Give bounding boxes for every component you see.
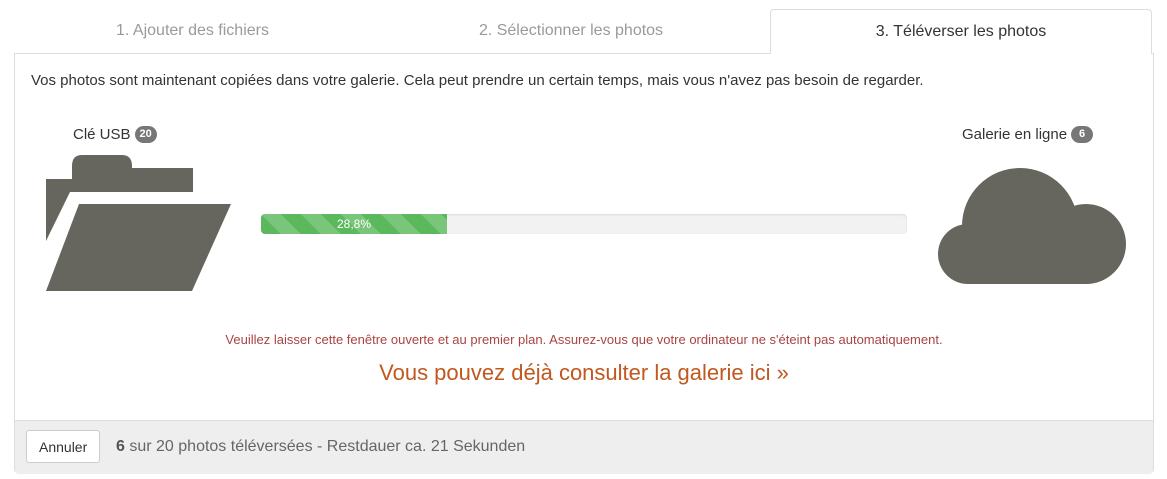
upload-wizard: 1. Ajouter des fichiers 2. Sélectionner … [14,9,1154,474]
tab-upload-photos[interactable]: 3. Téléverser les photos [770,9,1152,54]
upload-panel: Vos photos sont maintenant copiées dans … [14,53,1154,474]
upload-status: 6 sur 20 photos téléversées - Restdauer … [116,438,525,456]
source-count-badge: 20 [134,125,157,143]
folder-open-icon [46,155,232,296]
upload-progress-bar: 28,8% [261,214,448,234]
cancel-button[interactable]: Annuler [26,430,101,463]
source-label-text: Clé USB [73,126,131,143]
wizard-tabs: 1. Ajouter des fichiers 2. Sélectionner … [14,9,1154,54]
upload-status-text: sur 20 photos téléversées - Restdauer ca… [124,438,526,455]
destination-label-text: Galerie en ligne [962,126,1068,143]
source-label: Clé USB 20 [73,125,157,144]
destination-count-badge: 6 [1071,125,1094,143]
intro-text: Vos photos sont maintenant copiées dans … [31,72,924,89]
cloud-icon [936,168,1128,289]
tab-add-files[interactable]: 1. Ajouter des fichiers [14,9,371,53]
destination-label: Galerie en ligne 6 [962,125,1094,144]
tab-select-photos[interactable]: 2. Sélectionner les photos [371,9,771,53]
footer-bar: Annuler 6 sur 20 photos téléversées - Re… [15,420,1153,474]
uploaded-count: 6 [116,438,125,455]
view-gallery-link[interactable]: Vous pouvez déjà consulter la galerie ic… [15,360,1153,386]
upload-progress: 28,8% [261,214,907,234]
keep-window-open-warning: Veuillez laisser cette fenêtre ouverte e… [225,332,943,347]
